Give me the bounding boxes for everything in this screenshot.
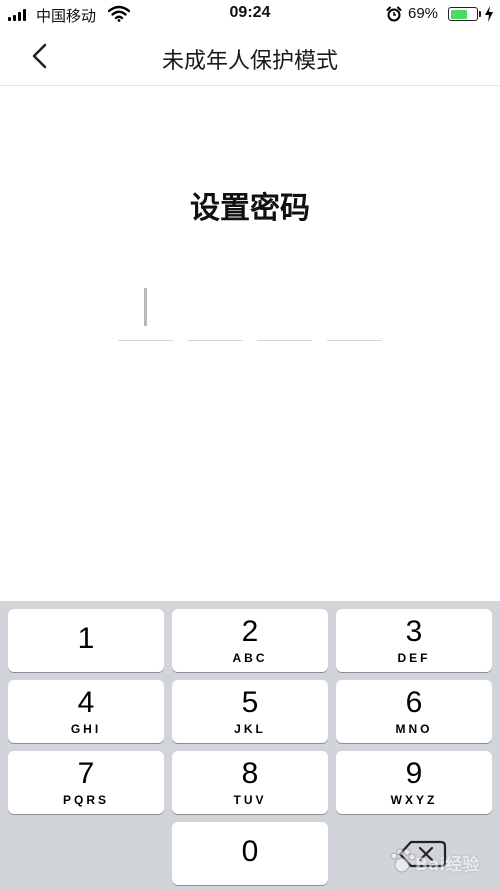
key-1[interactable]: 1 [8, 609, 164, 672]
key-digit: 4 [77, 686, 95, 719]
key-letters: MNO [395, 722, 433, 736]
text-cursor [144, 288, 147, 326]
key-2[interactable]: 2 ABC [172, 609, 328, 672]
key-4[interactable]: 4 GHI [8, 680, 164, 743]
key-letters: WXYZ [390, 793, 438, 807]
battery-percent: 69% [408, 5, 439, 22]
battery-icon [448, 7, 478, 21]
pin-input[interactable] [118, 284, 382, 344]
nav-bar: 未成年人保护模式 [0, 28, 500, 86]
pin-digit-2[interactable] [188, 284, 243, 341]
key-digit: 9 [405, 757, 423, 790]
watermark-text: Bai经验 [415, 855, 480, 875]
pin-digit-4[interactable] [327, 284, 382, 341]
pin-digit-1[interactable] [118, 284, 173, 341]
key-8[interactable]: 8 TUV [172, 751, 328, 814]
key-digit: 7 [77, 757, 95, 790]
key-6[interactable]: 6 MNO [336, 680, 492, 743]
key-letters: PQRS [62, 793, 109, 807]
key-7[interactable]: 7 PQRS [8, 751, 164, 814]
page-heading: 设置密码 [190, 191, 310, 226]
key-digit: 2 [241, 615, 259, 648]
key-letters: JKL [234, 722, 266, 736]
key-5[interactable]: 5 JKL [172, 680, 328, 743]
battery-tip [479, 11, 481, 17]
key-0[interactable]: 0 [172, 822, 328, 885]
charging-icon [485, 6, 493, 22]
key-letters: GHI [70, 722, 102, 736]
key-letters: DEF [397, 651, 431, 665]
key-3[interactable]: 3 DEF [336, 609, 492, 672]
key-letters: ABC [232, 651, 268, 665]
alarm-icon [386, 6, 402, 22]
key-digit: 8 [241, 757, 259, 790]
status-bar: 中国移动 09:24 69% [0, 0, 500, 28]
key-digit: 0 [241, 835, 259, 868]
key-digit: 3 [405, 615, 423, 648]
nav-title: 未成年人保护模式 [161, 49, 338, 74]
key-9[interactable]: 9 WXYZ [336, 751, 492, 814]
key-digit: 1 [77, 622, 95, 655]
battery-level [450, 9, 468, 19]
key-letters: TUV [233, 793, 267, 807]
baidu-watermark: Bai经验 [385, 838, 497, 886]
key-digit: 6 [405, 686, 423, 719]
paw-logo-icon [390, 848, 416, 873]
pin-digit-3[interactable] [257, 284, 312, 341]
key-digit: 5 [241, 686, 259, 719]
